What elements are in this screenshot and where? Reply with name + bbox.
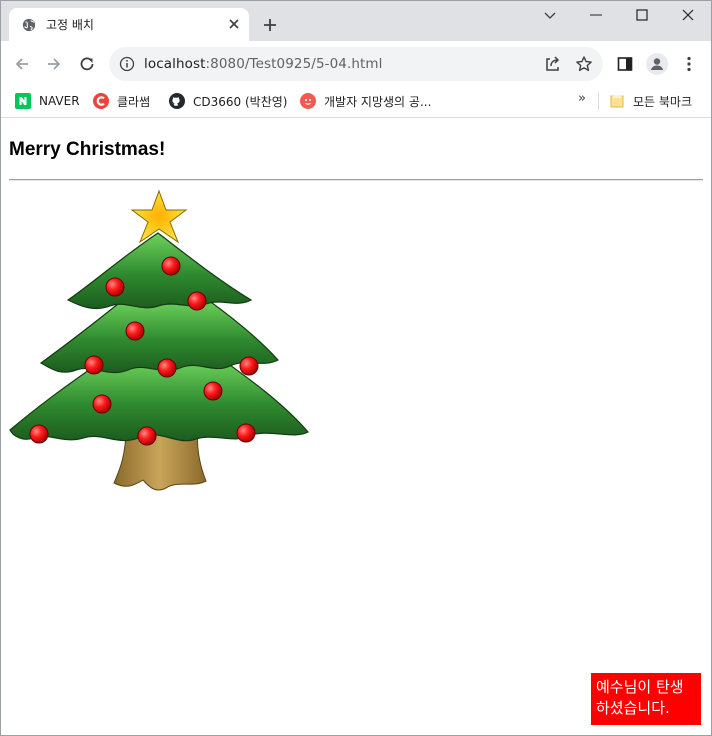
bookmark-blog[interactable]: 개발자 지망생의 공... xyxy=(300,91,431,111)
minimize-icon[interactable] xyxy=(589,8,603,22)
tab-strip: 고정 배치 xyxy=(0,0,712,41)
share-icon[interactable] xyxy=(543,55,561,73)
blog-icon xyxy=(300,93,316,109)
bookmarks-overflow-button[interactable]: » xyxy=(578,91,586,106)
horizontal-rule xyxy=(9,179,703,181)
url-path: :8080/Test0925/5-04.html xyxy=(205,56,383,72)
tab-search-icon[interactable] xyxy=(543,8,557,22)
browser-toolbar: localhost:8080/Test0925/5-04.html xyxy=(0,41,712,86)
bookmarks-divider xyxy=(598,92,599,110)
github-icon xyxy=(169,93,185,109)
site-info-icon[interactable] xyxy=(119,56,135,72)
bookmark-label: 개발자 지망생의 공... xyxy=(324,94,432,109)
bookmark-github[interactable]: CD3660 (박찬영) xyxy=(169,91,287,111)
bookmark-folder-all[interactable]: 모든 북마크 xyxy=(609,91,692,111)
bookmark-label: 클라썸 xyxy=(117,94,151,109)
folder-icon xyxy=(610,95,624,108)
bookmarks-bar: NAVER 클라썸 CD3660 (박찬영) 개발자 지망생의 공... » 모… xyxy=(0,86,712,118)
bookmark-classum[interactable]: 클라썸 xyxy=(93,91,150,111)
browser-tab[interactable]: 고정 배치 xyxy=(9,8,249,41)
forward-icon[interactable] xyxy=(45,55,63,73)
menu-kebab-icon[interactable] xyxy=(680,55,698,73)
reload-icon[interactable] xyxy=(78,55,96,73)
address-bar[interactable]: localhost:8080/Test0925/5-04.html xyxy=(109,47,603,81)
bookmark-naver[interactable]: NAVER xyxy=(15,91,80,111)
back-icon[interactable] xyxy=(13,55,31,73)
profile-avatar[interactable] xyxy=(646,53,668,75)
new-tab-icon[interactable] xyxy=(262,17,278,33)
page-heading: Merry Christmas! xyxy=(9,139,166,160)
url-text: localhost:8080/Test0925/5-04.html xyxy=(144,56,383,72)
bookmark-star-icon[interactable] xyxy=(575,55,593,73)
globe-icon xyxy=(22,18,36,32)
close-tab-icon[interactable] xyxy=(227,17,241,31)
bookmark-folder-label: 모든 북마크 xyxy=(633,94,693,109)
bookmark-label: NAVER xyxy=(39,94,80,108)
maximize-icon[interactable] xyxy=(635,8,649,22)
classum-icon xyxy=(93,93,109,109)
page-viewport: Merry Christmas! 예수님이 탄생하셨습니다. xyxy=(1,118,711,735)
person-icon xyxy=(650,58,664,70)
side-panel-icon[interactable] xyxy=(616,55,634,73)
close-window-icon[interactable] xyxy=(681,8,695,22)
fixed-position-notice: 예수님이 탄생하셨습니다. xyxy=(591,673,701,725)
tab-title: 고정 배치 xyxy=(46,18,94,32)
naver-icon xyxy=(15,93,31,109)
url-host: localhost xyxy=(144,56,206,72)
bookmark-label: CD3660 (박찬영) xyxy=(193,94,288,109)
christmas-tree-image xyxy=(9,189,309,491)
